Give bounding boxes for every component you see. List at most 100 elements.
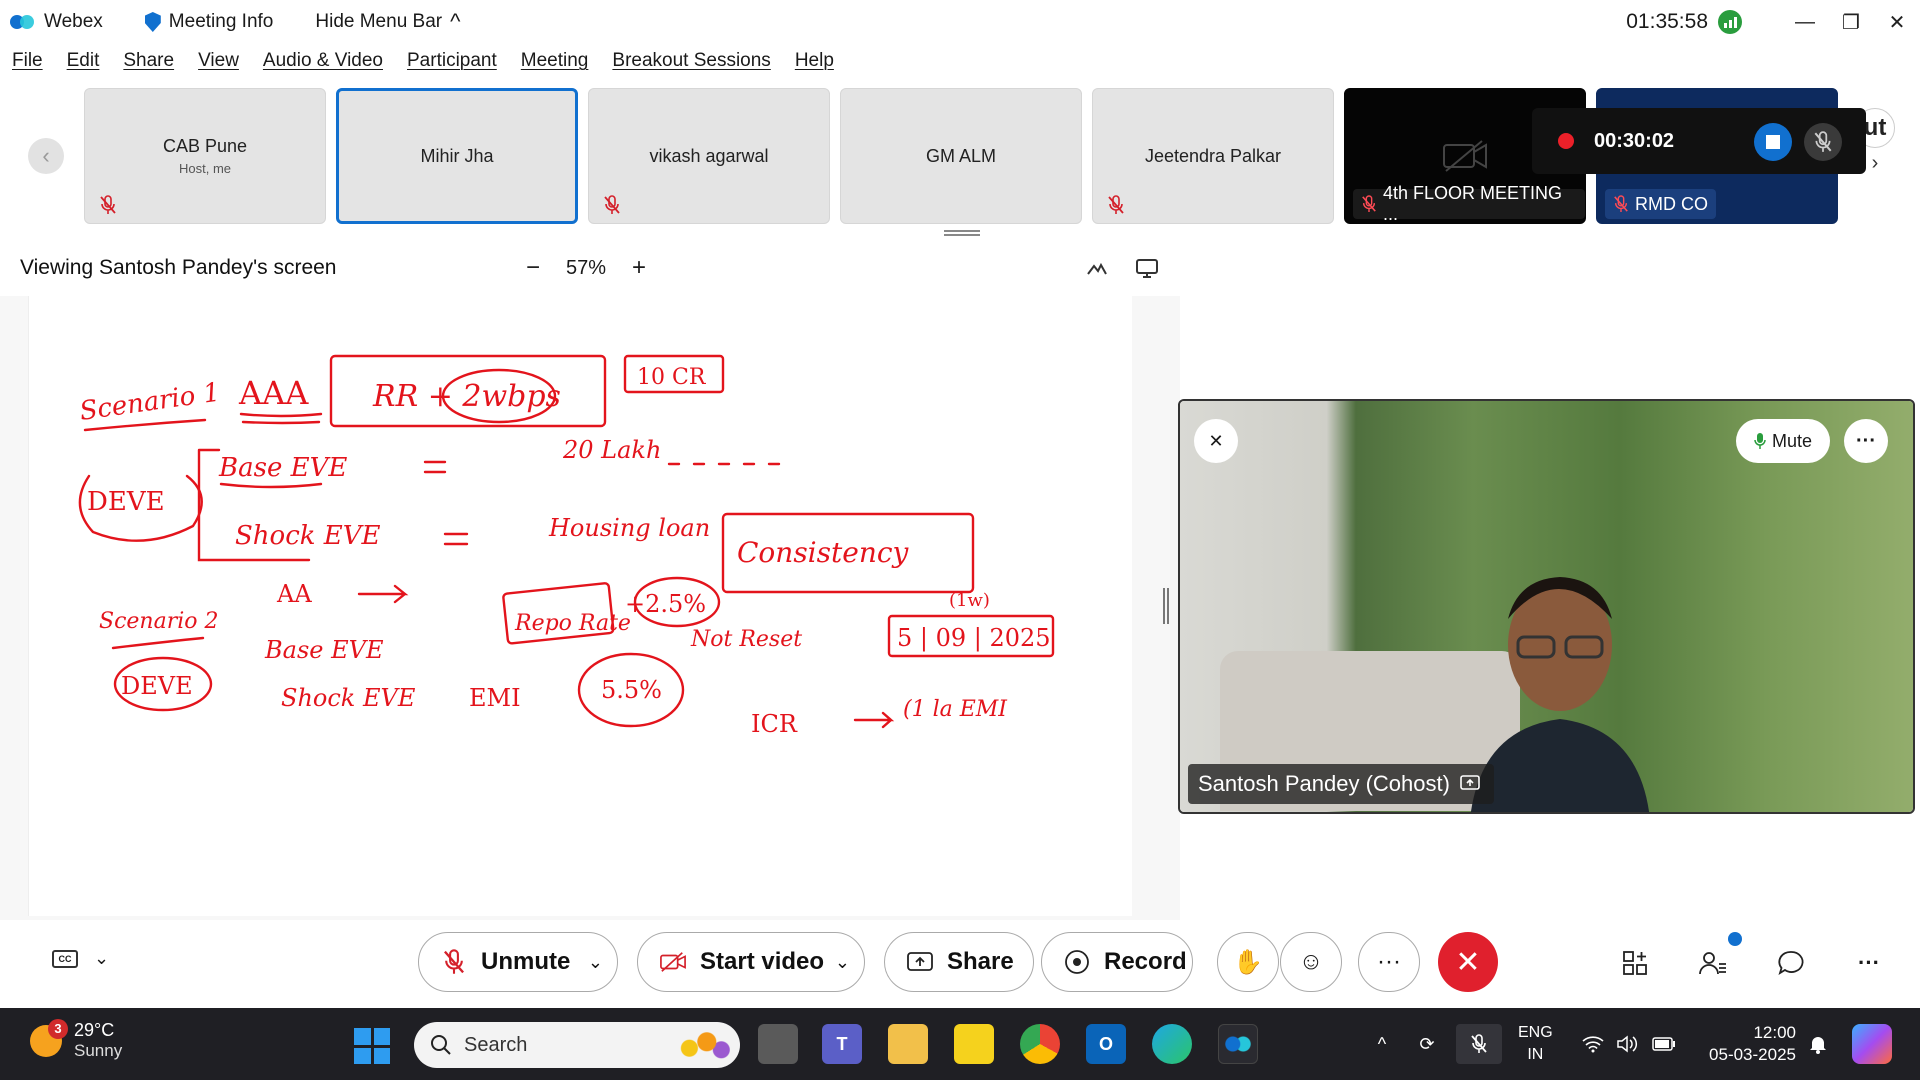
zoom-out-button[interactable]: − [526, 254, 540, 282]
menu-view[interactable]: View [198, 50, 239, 84]
panel-resize-handle[interactable] [1163, 588, 1169, 624]
system-clock[interactable]: 12:00 05-03-2025 [1700, 1022, 1796, 1066]
record-button[interactable]: Record [1041, 932, 1193, 992]
stop-recording-button[interactable] [1754, 123, 1792, 161]
mic-muted-icon [604, 195, 620, 214]
meeting-info-button[interactable]: Meeting Info [144, 11, 274, 33]
mic-icon [1754, 433, 1766, 449]
hide-menu-bar-button[interactable]: Hide Menu Bar ^ [315, 9, 460, 35]
svg-text:5.5%: 5.5% [601, 676, 662, 704]
screen-options-icon[interactable] [1135, 256, 1159, 280]
weather-desc: Sunny [74, 1041, 123, 1060]
pin-icon[interactable]: ✕ [1194, 419, 1238, 463]
participants-icon[interactable] [1698, 948, 1728, 978]
participant-name: CAB Pune [162, 136, 248, 156]
video-more-button[interactable]: ··· [1844, 419, 1888, 463]
svg-text:AAA: AAA [238, 374, 309, 412]
svg-text:EMI: EMI [469, 684, 521, 712]
apps-icon[interactable] [1620, 948, 1650, 978]
battery-icon[interactable] [1650, 1024, 1678, 1064]
chat-icon[interactable] [1776, 948, 1806, 978]
edge-icon[interactable] [1152, 1024, 1192, 1064]
language-indicator[interactable]: ENG IN [1518, 1022, 1553, 1066]
weather-widget[interactable]: 3 29°C Sunny [30, 1018, 123, 1061]
menu-audio-video[interactable]: Audio & Video [263, 50, 383, 84]
meeting-info-label: Meeting Info [168, 11, 274, 32]
strip-resize-handle[interactable] [944, 230, 980, 236]
zoom-in-button[interactable]: + [632, 254, 646, 282]
chevron-down-icon[interactable]: ⌄ [835, 952, 850, 973]
reactions-button[interactable]: ☺ [1280, 932, 1342, 992]
participant-tile[interactable]: Mihir Jha [336, 88, 578, 224]
recording-timer: 00:30:02 [1594, 129, 1675, 152]
webex-app[interactable]: Webex [10, 11, 103, 33]
wifi-icon[interactable] [1580, 1024, 1606, 1064]
menu-meeting[interactable]: Meeting [521, 50, 589, 84]
chevron-down-icon[interactable]: ⌄ [588, 952, 603, 973]
chevron-up-icon: ^ [450, 9, 461, 34]
notification-bell-icon[interactable] [1806, 1024, 1830, 1064]
active-speaker-video: ✕ Mute ··· Santosh Pandey (Cohost) [1178, 399, 1915, 814]
weather-temp: 29°C [74, 1020, 115, 1040]
menu-help[interactable]: Help [795, 50, 834, 84]
teams-icon[interactable]: T [822, 1024, 862, 1064]
sync-icon[interactable]: ⟳ [1412, 1024, 1442, 1064]
mic-muted-icon [1362, 195, 1376, 212]
mic-muted-icon [1814, 131, 1832, 152]
zoom-level[interactable]: 57% [566, 257, 606, 280]
svg-text:ICR: ICR [751, 710, 798, 738]
more-options-button[interactable]: ··· [1358, 932, 1420, 992]
recorder-mute-button[interactable] [1804, 123, 1842, 161]
participant-tile[interactable]: vikash agarwal [588, 88, 830, 224]
participant-name: Jeetendra Palkar [1144, 145, 1282, 166]
menu-file[interactable]: File [12, 50, 43, 84]
camera-off-icon [1443, 140, 1487, 172]
participant-tile[interactable]: Jeetendra Palkar [1092, 88, 1334, 224]
search-placeholder: Search [464, 1033, 528, 1056]
copilot-icon[interactable] [1852, 1024, 1892, 1064]
strip-prev-button[interactable]: ‹ [28, 138, 64, 174]
sun-icon: 3 [30, 1018, 68, 1057]
file-explorer-icon[interactable] [888, 1024, 928, 1064]
closed-captions-button[interactable]: CC ⌄ [52, 948, 109, 969]
hide-menu-label: Hide Menu Bar [315, 11, 443, 32]
close-button[interactable]: ✕ [1874, 0, 1920, 44]
participant-label: RMD CO [1605, 189, 1716, 219]
webex-taskbar-icon[interactable] [1218, 1024, 1258, 1064]
network-health-icon[interactable] [1718, 10, 1742, 34]
tray-overflow-icon[interactable]: ^ [1370, 1024, 1394, 1064]
restore-button[interactable]: ❐ [1828, 0, 1874, 44]
windows-taskbar: 3 29°C Sunny Search T O ^ ⟳ ENG IN 12:00… [0, 1008, 1920, 1080]
start-video-button[interactable]: Start video ⌄ [637, 932, 865, 992]
leave-meeting-button[interactable]: ✕ [1438, 932, 1498, 992]
participant-tile[interactable]: GM ALM [840, 88, 1082, 224]
system-time: 12:00 [1753, 1023, 1796, 1042]
windows-start-icon[interactable] [354, 1028, 390, 1064]
menu-share[interactable]: Share [123, 50, 174, 84]
more-panels-button[interactable]: ··· [1854, 948, 1884, 978]
menu-participant[interactable]: Participant [407, 50, 497, 84]
volume-icon[interactable] [1614, 1024, 1640, 1064]
app-name: Webex [44, 11, 103, 32]
participant-name: RMD CO [1635, 193, 1708, 214]
task-view-icon[interactable] [758, 1024, 798, 1064]
taskbar-search[interactable]: Search [414, 1022, 740, 1068]
minimize-button[interactable]: — [1782, 0, 1828, 44]
screen-share-indicator-icon [1460, 775, 1480, 790]
share-button[interactable]: Share [884, 932, 1034, 992]
svg-text:10 CR: 10 CR [637, 365, 707, 390]
outlook-icon[interactable]: O [1086, 1024, 1126, 1064]
annotate-icon[interactable] [1085, 256, 1109, 280]
raise-hand-button[interactable]: ✋ [1217, 932, 1279, 992]
chrome-icon[interactable] [1020, 1024, 1060, 1064]
unmute-button[interactable]: Unmute ⌄ [418, 932, 618, 992]
hand-icon: ✋ [1233, 948, 1263, 976]
system-date: 05-03-2025 [1709, 1045, 1796, 1064]
menu-breakout-sessions[interactable]: Breakout Sessions [612, 50, 770, 84]
participant-tile[interactable]: CAB Pune Host, me [84, 88, 326, 224]
sticky-notes-icon[interactable] [954, 1024, 994, 1064]
mic-muted-tray-icon[interactable] [1456, 1024, 1502, 1064]
shield-icon [144, 12, 161, 32]
menu-edit[interactable]: Edit [67, 50, 100, 84]
mute-participant-button[interactable]: Mute [1736, 419, 1831, 463]
